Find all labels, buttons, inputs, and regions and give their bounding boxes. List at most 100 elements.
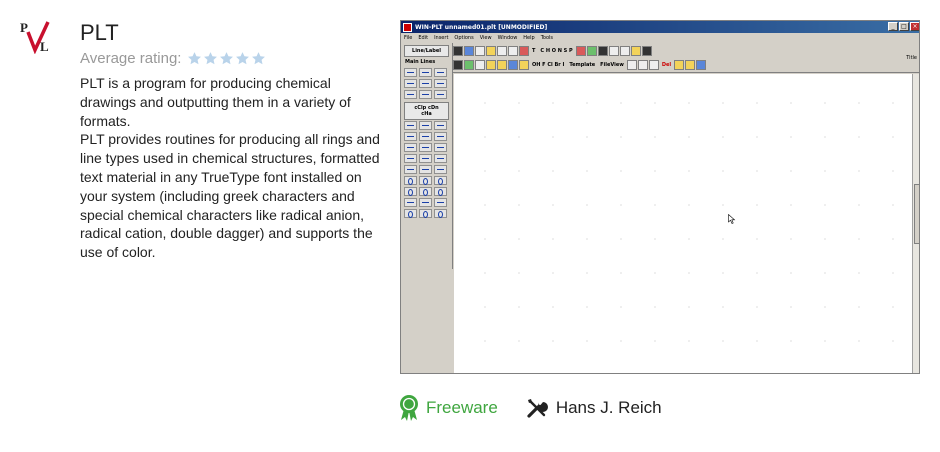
star-icon [188,52,202,65]
export-icon[interactable] [519,60,529,70]
arrow-tool[interactable] [404,165,417,174]
delete-button[interactable]: Del [660,62,673,68]
anchor-icon[interactable] [696,60,707,70]
scissors-icon[interactable] [626,60,637,70]
app-screenshot[interactable]: WIN-PLT unnamed01.plt [UNMODIFIED] _ □ ×… [400,20,920,374]
line-type-tool[interactable] [404,143,417,152]
new-file-icon[interactable] [497,46,507,56]
line-label-tab[interactable]: Line/Label [404,45,449,57]
line-type-tool[interactable] [419,132,432,141]
drawing-canvas[interactable] [454,74,912,373]
ring-tool[interactable] [434,187,447,196]
group-icon[interactable] [674,60,685,70]
color-palette-icon[interactable] [464,46,474,56]
line-type-tool[interactable] [404,132,417,141]
close-button[interactable]: × [910,22,919,31]
clip-tab[interactable]: cClp cDn cHa [404,102,449,120]
bond-tool[interactable] [404,68,417,77]
rating-label: Average rating: [80,50,182,67]
bond-tool[interactable] [434,90,447,99]
line-type-tool[interactable] [419,143,432,152]
paste-icon[interactable] [648,60,659,70]
save-icon[interactable] [508,60,518,70]
bond-tool[interactable] [419,79,432,88]
color-swatch-icon[interactable] [597,46,608,56]
polygon-tool[interactable] [419,209,432,218]
line-type-tool[interactable] [434,154,447,163]
open-icon[interactable] [486,46,496,56]
line-type-tool[interactable] [434,132,447,141]
title-field-label: Title [906,55,917,61]
window-title: WIN-PLT unnamed01.plt [UNMODIFIED] [415,23,548,31]
bond-tool[interactable] [434,79,447,88]
menu-tools[interactable]: Tools [541,35,553,41]
vertical-scrollbar[interactable] [912,74,919,373]
author-name[interactable]: Hans J. Reich [556,398,662,418]
ring-tool[interactable] [419,176,432,185]
star-icon [236,52,250,65]
bond-tool[interactable] [434,68,447,77]
color-swatch-icon[interactable] [575,46,586,56]
line-type-tool[interactable] [434,121,447,130]
line-type-tool[interactable] [404,154,417,163]
menu-file[interactable]: File [404,35,412,41]
scrollbar-thumb[interactable] [914,184,919,244]
star-icon [220,52,234,65]
element-letters-row2[interactable]: OH F Cl Br I [530,62,566,68]
line-weight-icon[interactable] [453,60,463,70]
import-icon[interactable] [486,60,496,70]
undo-icon[interactable] [519,46,529,56]
text-tool-t[interactable]: T [530,48,537,54]
element-letters[interactable]: C H O N S P [538,48,574,54]
arrow-tool[interactable] [419,165,432,174]
line-type-tool[interactable] [404,121,417,130]
zoom-icon[interactable] [608,46,619,56]
template-button[interactable]: Template [567,62,597,68]
ungroup-icon[interactable] [685,60,696,70]
print-icon[interactable] [508,46,518,56]
ring-tool[interactable] [404,187,417,196]
minimize-button[interactable]: _ [888,22,898,31]
copy-icon[interactable] [637,60,648,70]
main-toolbar: T C H O N S P OH F Cl Br I Template File… [453,43,919,73]
rating-row: Average rating: [80,50,266,67]
ring-tool[interactable] [434,176,447,185]
color-swatch-icon[interactable] [586,46,597,56]
polygon-tool[interactable] [434,209,447,218]
paste-icon[interactable] [475,60,485,70]
license-label[interactable]: Freeware [426,398,498,418]
delete-tool[interactable] [419,90,432,99]
line-style-icon[interactable] [453,46,463,56]
star-icon [252,52,266,65]
bond-tool[interactable] [404,90,417,99]
color-palette-icon[interactable] [464,60,474,70]
menu-view[interactable]: View [480,35,492,41]
cut-icon[interactable] [475,46,485,56]
window-titlebar: WIN-PLT unnamed01.plt [UNMODIFIED] _ □ × [401,21,919,33]
menu-help[interactable]: Help [523,35,534,41]
app-title: PLT [80,20,119,45]
bond-tool[interactable] [404,79,417,88]
chair-tool[interactable] [434,198,447,207]
polygon-tool[interactable] [404,209,417,218]
toolbar-misc-icon[interactable] [641,46,652,56]
smiley-icon[interactable] [630,46,641,56]
ring-tool[interactable] [419,187,432,196]
menu-insert[interactable]: Insert [434,35,448,41]
ring-tool[interactable] [404,176,417,185]
bond-tool[interactable] [419,68,432,77]
line-type-tool[interactable] [419,154,432,163]
menu-edit[interactable]: Edit [418,35,428,41]
line-type-tool[interactable] [434,143,447,152]
fileview-button[interactable]: FileView [598,62,626,68]
arrow-tool[interactable] [434,165,447,174]
align-icon[interactable] [619,46,630,56]
maximize-button[interactable]: □ [899,22,909,31]
line-type-tool[interactable] [419,121,432,130]
folder-icon[interactable] [497,60,507,70]
chair-tool[interactable] [404,198,417,207]
chair-tool[interactable] [419,198,432,207]
menu-window[interactable]: Window [498,35,518,41]
menu-options[interactable]: Options [454,35,473,41]
main-lines-tools [401,67,452,100]
